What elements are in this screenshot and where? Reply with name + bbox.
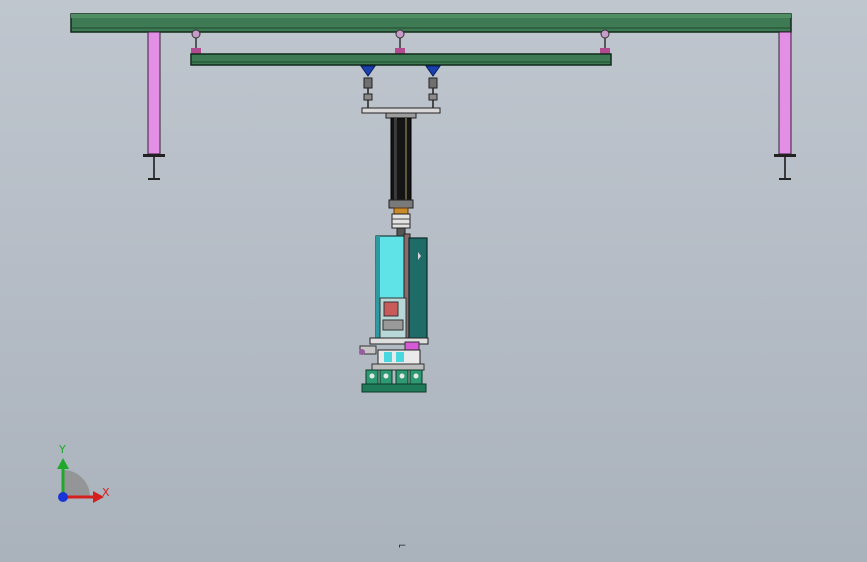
top-frame-beam[interactable] (70, 13, 792, 33)
cad-viewport[interactable]: Y X ⌐ (0, 0, 867, 562)
model-drawing (57, 13, 796, 503)
gripper-cluster[interactable] (361, 369, 427, 393)
left-support-post[interactable] (143, 31, 165, 180)
lower-rail-beam[interactable] (190, 53, 612, 66)
x-axis-label: X (102, 486, 110, 499)
hanger-middle[interactable] (395, 29, 405, 54)
coordinate-triad (57, 458, 104, 503)
trolley-link-left[interactable] (360, 65, 376, 110)
vertical-cylinder[interactable] (388, 117, 414, 237)
end-effector-housing[interactable] (359, 233, 429, 371)
y-axis-label: Y (59, 443, 66, 456)
right-support-post[interactable] (774, 31, 796, 180)
hanger-right[interactable] (600, 29, 610, 54)
hanger-left[interactable] (191, 29, 201, 54)
carriage-plate[interactable] (361, 107, 441, 119)
origin-marker-icon: ⌐ (398, 541, 407, 552)
trolley-link-right[interactable] (425, 65, 441, 110)
